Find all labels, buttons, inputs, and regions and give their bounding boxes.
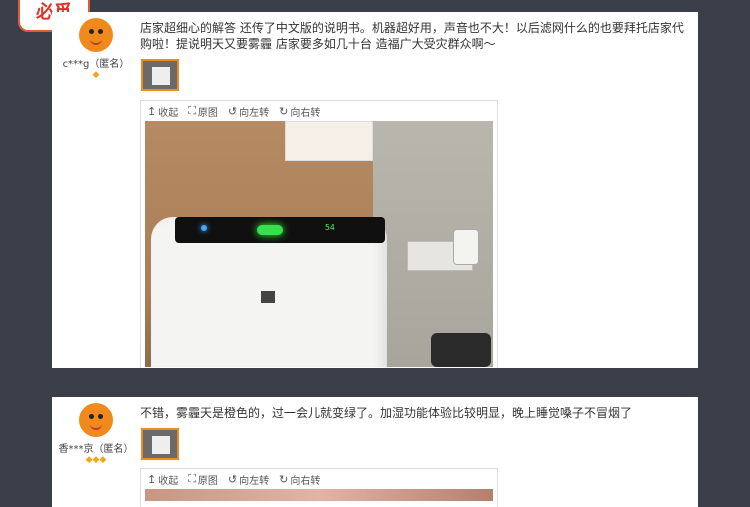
rotate-left-label: 向左转: [239, 475, 270, 487]
rotate-right-label: 向右转: [290, 107, 321, 119]
original-image-button[interactable]: ⛶ 原图: [188, 472, 218, 487]
collapse-button[interactable]: ↥ 收起: [147, 472, 178, 487]
photo-toolbar: ↥ 收起 ⛶ 原图 ↺ 向左转 ↻ 向右转: [141, 469, 497, 489]
photo-viewer: ↥ 收起 ⛶ 原图 ↺ 向左转 ↻ 向右转 54: [140, 100, 498, 368]
review-photo[interactable]: 54: [145, 121, 493, 367]
photo-thumbnail[interactable]: [141, 428, 179, 460]
photo-plug: [453, 229, 479, 265]
review-text: 不错，雾霾天是橙色的，过一会儿就变绿了。加湿功能体验比较明显，晚上睡觉嗓子不冒烟…: [140, 406, 633, 420]
rotate-right-label: 向右转: [290, 475, 321, 487]
original-image-button[interactable]: ⛶ 原图: [188, 104, 218, 119]
reviewer-info: c***g（匿名） ◆: [58, 18, 134, 80]
photo-thumbnail[interactable]: [141, 59, 179, 91]
photo-brand-logo: [261, 291, 275, 303]
rotate-right-icon: ↻: [279, 104, 289, 118]
original-label: 原图: [197, 475, 218, 487]
photo-floor-device: [431, 333, 491, 367]
rotate-left-icon: ↺: [227, 104, 238, 118]
review-card: 香***京（匿名） ◆◆◆ 不错，雾霾天是橙色的，过一会儿就变绿了。加湿功能体验…: [52, 397, 698, 507]
rotate-left-label: 向左转: [239, 107, 270, 119]
rank-diamond-icon: ◆: [92, 70, 100, 80]
rotate-left-icon: ↺: [227, 472, 238, 486]
rotate-right-button[interactable]: ↻ 向右转: [279, 472, 320, 487]
expand-icon: ⛶: [188, 104, 196, 117]
photo-viewer: ↥ 收起 ⛶ 原图 ↺ 向左转 ↻ 向右转: [140, 468, 498, 507]
expand-icon: ⛶: [188, 472, 196, 485]
rank-diamond-icon: ◆◆◆: [85, 455, 107, 465]
reviewer-info: 香***京（匿名） ◆◆◆: [58, 403, 134, 465]
avatar[interactable]: [79, 18, 113, 52]
collapse-label: 收起: [158, 475, 179, 487]
photo-toolbar: ↥ 收起 ⛶ 原图 ↺ 向左转 ↻ 向右转: [141, 101, 497, 121]
rotate-left-button[interactable]: ↺ 向左转: [228, 104, 269, 119]
review-text: 店家超细心的解答 还传了中文版的说明书。机器超好用，声音也不大！以后滤网什么的也…: [140, 21, 684, 51]
reviewer-username: c***g（匿名）: [62, 59, 130, 70]
collapse-arrow-icon: ↥: [147, 472, 157, 486]
rotate-left-button[interactable]: ↺ 向左转: [228, 472, 269, 487]
rotate-right-button[interactable]: ↻ 向右转: [279, 104, 320, 119]
collapse-arrow-icon: ↥: [147, 104, 157, 118]
collapse-label: 收起: [158, 107, 179, 119]
photo-display-digits: 54: [325, 223, 335, 232]
photo-green-led: [257, 225, 283, 235]
photo-control-panel: 54: [175, 217, 385, 243]
rotate-right-icon: ↻: [279, 472, 289, 486]
original-label: 原图: [197, 107, 218, 119]
reviewer-username: 香***京（匿名）: [58, 444, 134, 455]
collapse-button[interactable]: ↥ 收起: [147, 104, 178, 119]
photo-blue-led: [201, 225, 207, 231]
review-card: c***g（匿名） ◆ 店家超细心的解答 还传了中文版的说明书。机器超好用，声音…: [52, 12, 698, 368]
review-photo[interactable]: [145, 489, 493, 501]
photo-paper-notice: [285, 121, 373, 161]
avatar[interactable]: [79, 403, 113, 437]
